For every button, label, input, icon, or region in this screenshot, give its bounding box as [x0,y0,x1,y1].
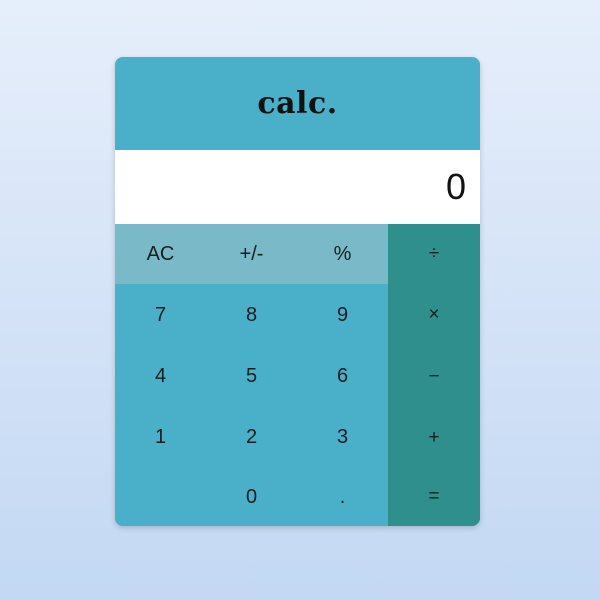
empty-key-slot [115,468,206,526]
multiply-button[interactable]: × [388,284,480,346]
digit-1-button[interactable]: 1 [115,407,206,468]
clear-button[interactable]: AC [115,224,206,284]
digit-8-button[interactable]: 8 [206,284,297,346]
digit-6-button[interactable]: 6 [297,346,388,407]
percent-button[interactable]: % [297,224,388,284]
app-title: calc. [257,86,338,121]
digit-3-button[interactable]: 3 [297,407,388,468]
display-value: 0 [445,166,466,207]
divide-button[interactable]: ÷ [388,224,480,284]
result-display: 0 [115,150,480,224]
subtract-button[interactable]: − [388,346,480,407]
digit-4-button[interactable]: 4 [115,346,206,407]
decimal-button[interactable]: . [297,468,388,526]
add-button[interactable]: + [388,407,480,468]
digit-9-button[interactable]: 9 [297,284,388,346]
keypad: AC +/- % ÷ 7 8 9 × 4 5 6 − 1 2 3 + 0 . = [115,224,480,526]
digit-5-button[interactable]: 5 [206,346,297,407]
digit-2-button[interactable]: 2 [206,407,297,468]
calculator-header: calc. [115,57,480,150]
calculator: calc. 0 AC +/- % ÷ 7 8 9 × 4 5 6 − 1 2 3… [115,57,480,526]
toggle-sign-button[interactable]: +/- [206,224,297,284]
equals-button[interactable]: = [388,468,480,526]
digit-7-button[interactable]: 7 [115,284,206,346]
digit-0-button[interactable]: 0 [206,468,297,526]
